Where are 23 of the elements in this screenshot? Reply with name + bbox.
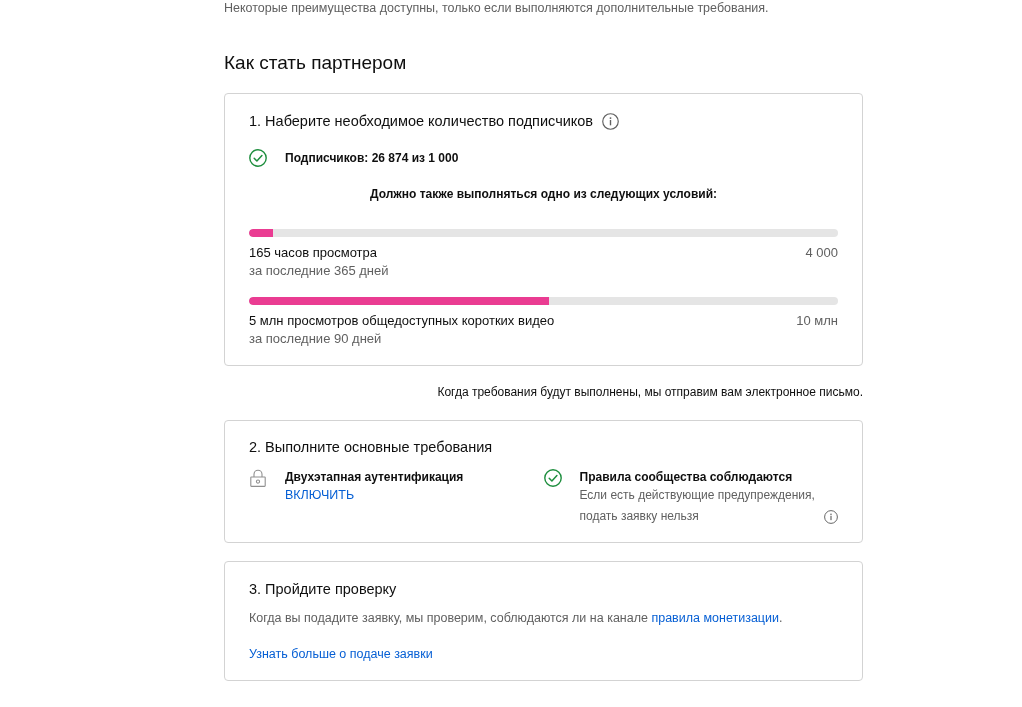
requirement-title: Двухэтапная аутентификация	[285, 469, 464, 485]
card-title: 3. Пройдите проверку	[249, 580, 398, 599]
condition-note: Должно также выполняться одно из следующих условий:	[368, 186, 719, 203]
metric-label: 5 млн просмотров общедоступных коротких видео	[249, 312, 555, 330]
card-title: 1. Наберите необходимое количество подписчиков	[249, 112, 594, 131]
subscriber-count: Подписчиков: 26 874 из 1 000	[285, 150, 459, 167]
learn-more-link[interactable]: Узнать больше о подаче заявки	[249, 644, 433, 664]
intro-text: Некоторые преимущества доступны, только если выполняются дополнительные требования.	[224, 0, 770, 16]
email-note: Когда требования будут выполнены, мы отправим вам электронное письмо.	[436, 384, 863, 400]
requirement-description: Если есть действующие предупреждения, подать заявку нельзя	[579, 487, 816, 525]
section-heading: Как стать партнером	[224, 51, 408, 75]
info-icon[interactable]	[602, 112, 620, 130]
info-icon[interactable]	[824, 510, 838, 524]
metric-period: за последние 90 дней	[249, 330, 383, 348]
monetization-rules-link[interactable]: правила монетизации	[651, 611, 779, 625]
metric-label: 165 часов просмотра	[249, 244, 377, 262]
card-title: 2. Выполните основные требования	[249, 438, 494, 457]
metric-period: за последние 365 дней	[249, 262, 390, 280]
metric-target: 10 млн	[796, 312, 838, 330]
requirement-title: Правила сообщества соблюдаются	[579, 469, 793, 485]
enable-link[interactable]: ВКЛЮЧИТЬ	[285, 485, 355, 506]
review-text: Когда вы подадите заявку, мы проверим, соблюдаются ли на канале правила монетизации.	[249, 610, 784, 627]
metric-target: 4 000	[805, 244, 838, 262]
